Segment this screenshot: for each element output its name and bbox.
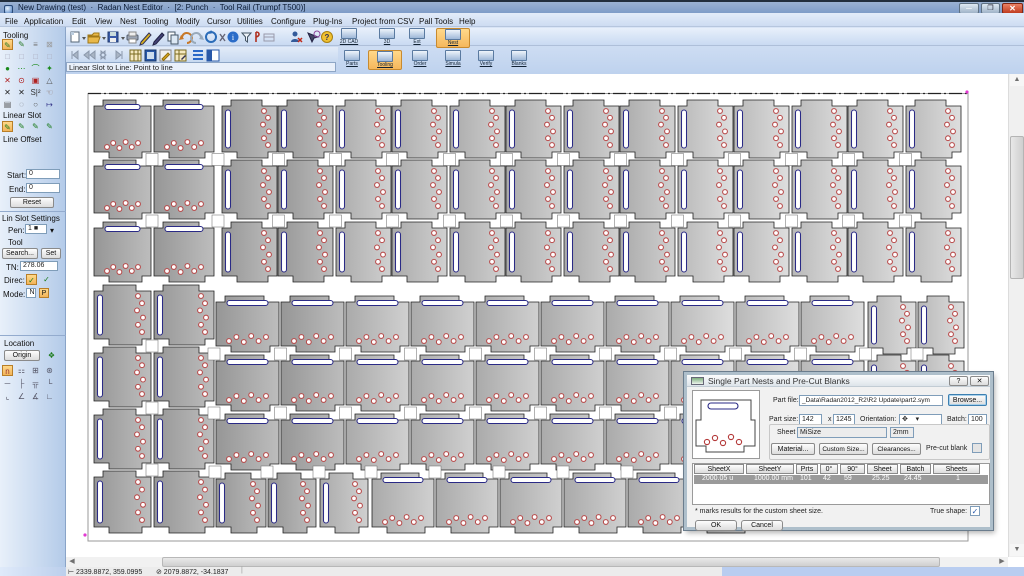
svg-text:?: ?	[325, 33, 330, 42]
